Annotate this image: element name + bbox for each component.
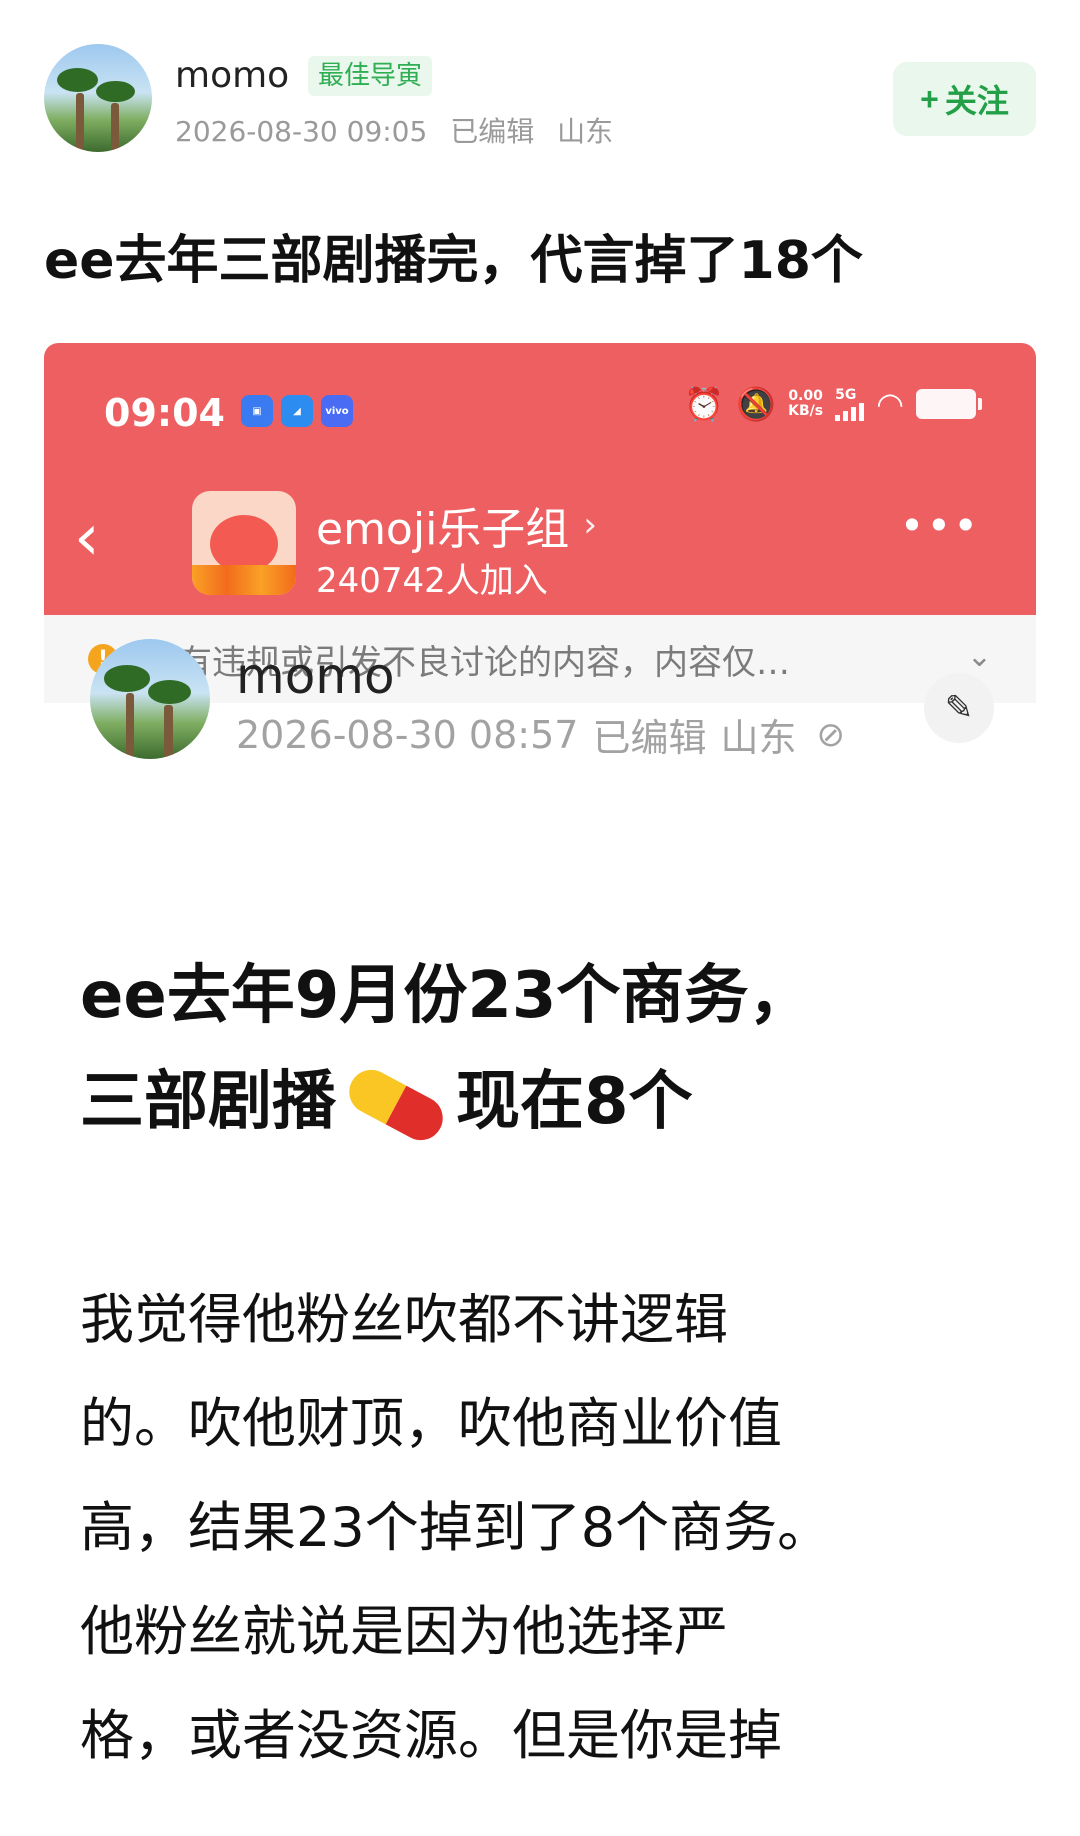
group-name[interactable]: emoji乐子组 › [316,493,597,557]
username[interactable]: momo [175,55,289,96]
network-type: 5G [835,386,857,403]
more-options-button[interactable]: ••• [900,501,980,550]
alarm-icon: ⏰ [684,385,725,423]
inner-post-meta: 2026-08-30 08:57 已编辑 山东 ⊘ [236,707,859,762]
body-line: 高，结果23个掉到了8个商务。 [80,1496,832,1559]
inner-post-date: 2026-08-30 08:57 [236,712,579,757]
inner-post-location: 山东 [720,716,797,760]
app-icon: ◢ [281,395,313,427]
inner-title-line2: 三部剧播 现在8个 [80,1049,1020,1155]
inner-post-body: 我觉得他粉丝吹都不讲逻辑 的。吹他财顶，吹他商业价值 高，结果23个掉到了8个商… [80,1268,1030,1788]
user-badge: 最佳导寅 [308,56,433,96]
status-app-icons: ▣ ◢ vivo [241,395,353,427]
post-date: 2026-08-30 09:05 [175,115,428,148]
group-name-label: emoji乐子组 [316,504,570,555]
group-member-count: 240742人加入 [316,561,548,601]
chevron-right-icon: › [583,505,597,545]
avatar[interactable] [90,639,210,759]
net-speed: 0.00 KB/s [788,389,823,419]
battery-icon [916,389,982,419]
body-line: 的。吹他财顶，吹他商业价值 [80,1392,782,1455]
plus-icon: + [920,80,939,117]
body-line: 格，或者没资源。但是你是掉 [80,1704,782,1767]
post-title: ee去年三部剧播完，代言掉了18个 [44,231,863,291]
mute-icon: 🔕 [736,385,777,423]
wifi-icon: ◠ [876,385,904,423]
back-button[interactable]: ‹ [74,503,134,573]
inner-title-line2-a: 三部剧播 [80,1065,336,1139]
net-speed-value: 0.00 [788,388,823,404]
app-icon: ▣ [241,395,273,427]
net-speed-unit: KB/s [788,403,824,419]
group-header: 09:04 ▣ ◢ vivo ⏰ 🔕 0.00 KB/s 5G ◠ ‹ emoj… [44,343,1036,615]
follow-label: 关注 [944,83,1009,119]
inner-edited-label: 已编辑 [592,716,707,760]
body-line: 他粉丝就说是因为他选择严 [80,1600,728,1663]
eye-off-icon[interactable]: ⊘ [816,715,845,755]
status-time: 09:04 [104,391,225,435]
post-location: 山东 [557,115,614,148]
inner-username[interactable]: momo [236,647,395,705]
chevron-down-icon[interactable]: ⌄ [967,639,992,674]
inner-title-line1: ee去年9月份23个商务， [80,959,813,1033]
post-meta: 2026-08-30 09:05 已编辑 山东 [175,110,627,150]
embedded-screenshot: 09:04 ▣ ◢ vivo ⏰ 🔕 0.00 KB/s 5G ◠ ‹ emoj… [44,343,1036,1836]
vivo-icon: vivo [321,395,353,427]
edit-button[interactable]: ✎ [924,673,994,743]
post-header: momo 最佳导寅 2026-08-30 09:05 已编辑 山东 + 关注 [0,0,1080,200]
edited-label: 已编辑 [450,115,535,148]
pill-emoji-icon [341,1062,451,1149]
inner-title-line2-b: 现在8个 [456,1065,693,1139]
inner-post-title: ee去年9月份23个商务， 三部剧播 现在8个 [80,943,1020,1155]
body-line: 我觉得他粉丝吹都不讲逻辑 [80,1288,728,1351]
group-avatar[interactable] [192,491,296,595]
avatar[interactable] [44,44,152,152]
signal-icon [835,402,865,421]
follow-button[interactable]: + 关注 [893,62,1036,136]
status-indicators: ⏰ 🔕 0.00 KB/s 5G ◠ [684,385,982,423]
